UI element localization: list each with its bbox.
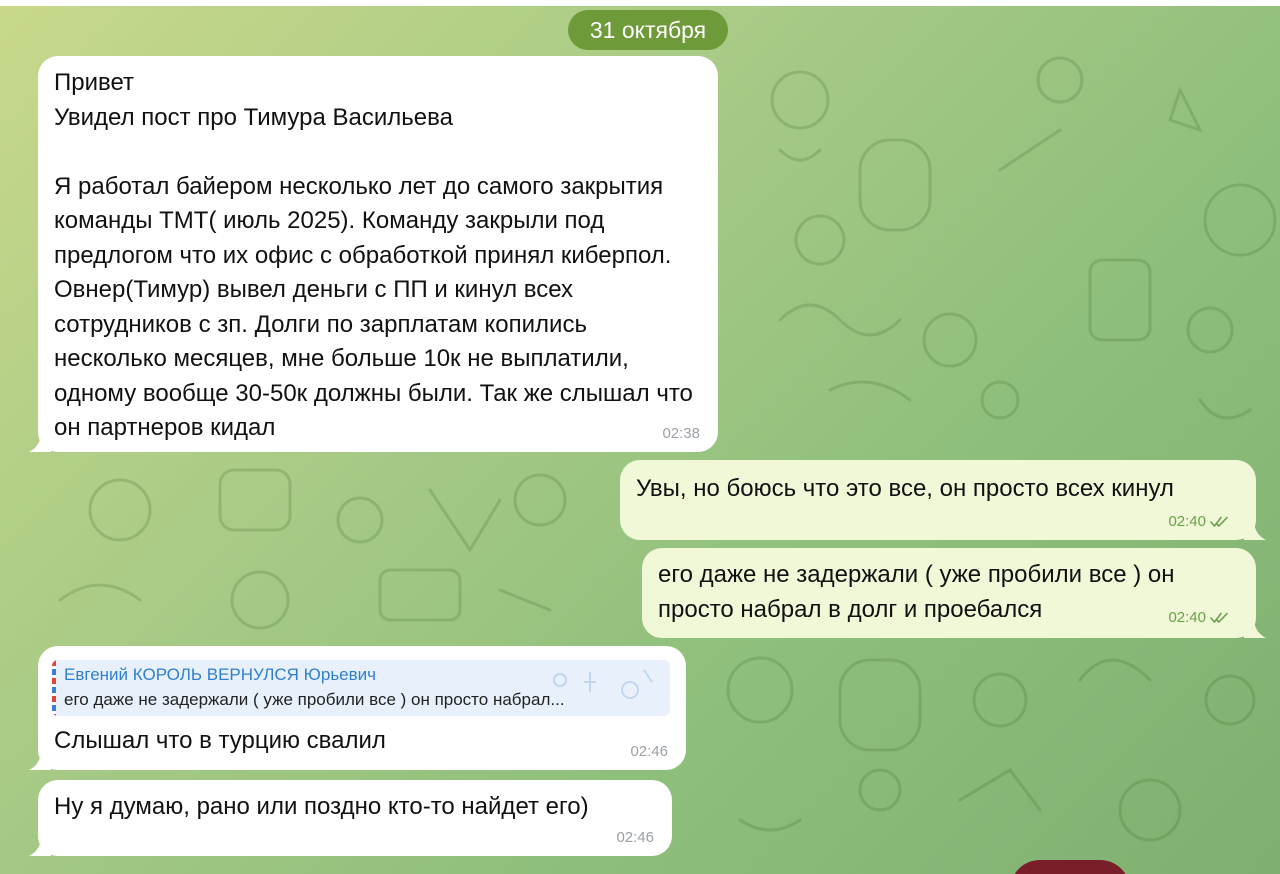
incoming-message[interactable]: Привет Увидел пост про Тимура Васильева … [29,56,718,452]
message-text: Увы, но боюсь что это все, он просто все… [636,475,1174,502]
message-time: 02:40 [1168,609,1206,626]
bubble-tail [1244,520,1266,540]
bubble-tail [29,836,51,856]
double-check-icon [1210,611,1230,628]
date-separator: 31 октября [568,10,728,50]
reply-text: его даже не задержали ( уже пробили все … [64,690,565,709]
incoming-message[interactable]: Евгений КОРОЛЬ ВЕРНУЛСЯ Юрьевич его даже… [29,646,686,770]
outgoing-message[interactable]: его даже не задержали ( уже пробили все … [642,548,1266,638]
incoming-message[interactable]: Ну я думаю, рано или поздно кто-то найде… [29,780,672,856]
message-meta: 02:40 [1168,609,1230,628]
bubble-tail [29,750,51,770]
reply-accent-bar [52,660,56,716]
message-text: Слышал что в турцию свалил [54,727,386,754]
message-time: 02:38 [662,425,700,442]
message-text: его даже не задержали ( уже пробили все … [658,561,1182,623]
message-meta: 02:40 [1168,513,1230,532]
reply-sender-name: Евгений КОРОЛЬ ВЕРНУЛСЯ Юрьевич [64,665,377,684]
message-text: Привет Увидел пост про Тимура Васильева … [54,69,693,441]
reply-quote[interactable]: Евгений КОРОЛЬ ВЕРНУЛСЯ Юрьевич его даже… [52,660,670,716]
scroll-button-edge[interactable] [1010,860,1130,874]
outgoing-message[interactable]: Увы, но боюсь что это все, он просто все… [620,460,1266,540]
message-time: 02:40 [1168,513,1206,530]
message-time: 02:46 [616,829,654,846]
bubble-tail [29,432,51,452]
message-text: Ну я думаю, рано или поздно кто-то найде… [54,793,589,820]
message-time: 02:46 [630,743,668,760]
double-check-icon [1210,515,1230,532]
top-edge [0,0,1280,6]
reply-pattern [553,669,653,699]
